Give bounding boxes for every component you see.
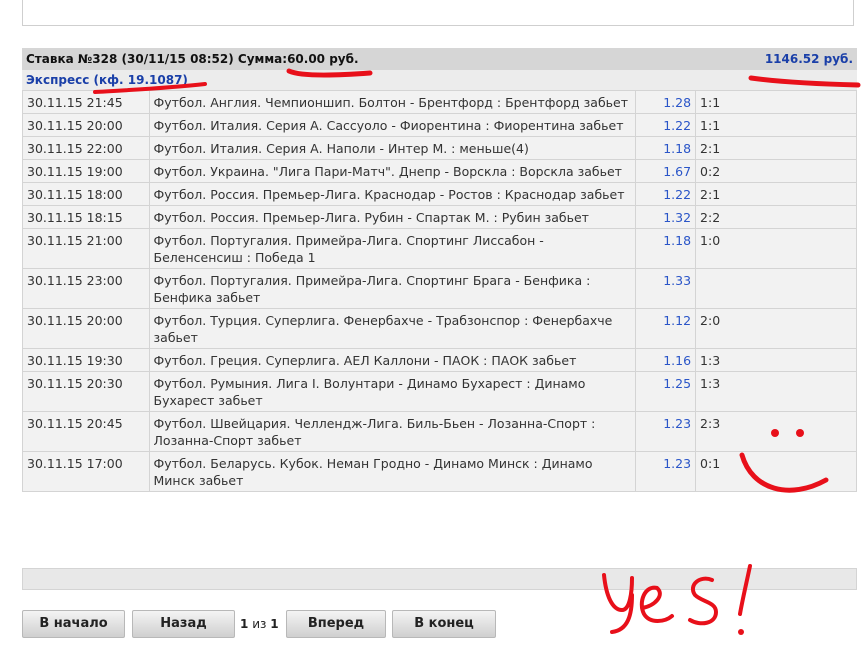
- table-footer-bar: [22, 568, 857, 590]
- event-row: 30.11.15 21:00 Футбол. Португалия. Примей…: [22, 228, 857, 269]
- event-date: 30.11.15 20:30: [22, 371, 150, 412]
- event-row: 30.11.15 19:00 Футбол. Украина. "Лига Пар…: [22, 159, 857, 183]
- event-odds: 1.23: [635, 411, 697, 452]
- first-page-button[interactable]: В начало: [22, 610, 125, 638]
- event-row: 30.11.15 20:30 Футбол. Румыния. Лига I. В…: [22, 371, 857, 412]
- event-row: 30.11.15 23:00 Футбол. Португалия. Примей…: [22, 268, 857, 309]
- event-odds: 1.23: [635, 451, 697, 492]
- event-description: Футбол. Италия. Серия А. Наполи - Интер …: [148, 136, 637, 160]
- event-description: Футбол. Румыния. Лига I. Волунтари - Дин…: [148, 371, 637, 412]
- event-date: 30.11.15 20:00: [22, 113, 150, 137]
- event-score: 1:1: [695, 113, 857, 137]
- event-score: 2:0: [695, 308, 857, 349]
- event-row: 30.11.15 21:45 Футбол. Англия. Чемпионшип…: [22, 90, 857, 114]
- event-score: 2:1: [695, 136, 857, 160]
- event-row: 30.11.15 20:45 Футбол. Швейцария. Челленд…: [22, 411, 857, 452]
- event-description: Футбол. Швейцария. Челлендж-Лига. Биль-Б…: [148, 411, 637, 452]
- page-indicator: 1 из 1: [240, 610, 279, 638]
- express-row: Экспресс (кф. 19.1087): [22, 70, 857, 90]
- event-odds: 1.16: [635, 348, 697, 372]
- current-page: 1: [240, 617, 249, 631]
- event-odds: 1.25: [635, 371, 697, 412]
- event-date: 30.11.15 22:00: [22, 136, 150, 160]
- event-score: 2:3: [695, 411, 857, 452]
- event-date: 30.11.15 18:15: [22, 205, 150, 229]
- express-label: Экспресс (кф. 19.1087): [26, 73, 188, 87]
- event-score: 0:1: [695, 451, 857, 492]
- bet-history-page: Ставка №328 (30/11/15 08:52) Сумма:60.00…: [0, 0, 865, 665]
- event-date: 30.11.15 19:30: [22, 348, 150, 372]
- event-date: 30.11.15 23:00: [22, 268, 150, 309]
- event-odds: 1.18: [635, 228, 697, 269]
- event-row: 30.11.15 20:00 Футбол. Италия. Серия А. С…: [22, 113, 857, 137]
- event-score: 1:1: [695, 90, 857, 114]
- event-description: Футбол. Португалия. Примейра-Лига. Спорт…: [148, 268, 637, 309]
- bet-title: Ставка №328 (30/11/15 08:52) Сумма:60.00…: [26, 52, 359, 66]
- event-row: 30.11.15 22:00 Футбол. Италия. Серия А. Н…: [22, 136, 857, 160]
- event-row: 30.11.15 18:15 Футбол. Россия. Премьер-Ли…: [22, 205, 857, 229]
- event-odds: 1.28: [635, 90, 697, 114]
- last-page-button[interactable]: В конец: [392, 610, 496, 638]
- event-odds: 1.18: [635, 136, 697, 160]
- events-table-body: 30.11.15 21:45 Футбол. Англия. Чемпионшип…: [22, 90, 857, 492]
- event-description: Футбол. Турция. Суперлига. Фенербахче - …: [148, 308, 637, 349]
- top-panel: [22, 0, 854, 26]
- event-description: Футбол. Португалия. Примейра-Лига. Спорт…: [148, 228, 637, 269]
- event-score: 1:3: [695, 348, 857, 372]
- event-description: Футбол. Украина. "Лига Пари-Матч". Днепр…: [148, 159, 637, 183]
- event-odds: 1.32: [635, 205, 697, 229]
- event-odds: 1.33: [635, 268, 697, 309]
- event-description: Футбол. Беларусь. Кубок. Неман Гродно - …: [148, 451, 637, 492]
- handwritten-exclamation-dot: [738, 629, 744, 635]
- event-description: Футбол. Греция. Суперлига. АЕЛ Каллони -…: [148, 348, 637, 372]
- page-of-label: из: [252, 617, 267, 631]
- event-date: 30.11.15 19:00: [22, 159, 150, 183]
- event-score: 2:2: [695, 205, 857, 229]
- handwritten-e: [639, 585, 674, 623]
- event-description: Футбол. Россия. Премьер-Лига. Краснодар …: [148, 182, 637, 206]
- event-date: 30.11.15 17:00: [22, 451, 150, 492]
- event-date: 30.11.15 20:00: [22, 308, 150, 349]
- events-table: 30.11.15 21:45 Футбол. Англия. Чемпионшип…: [22, 90, 857, 492]
- event-odds: 1.12: [635, 308, 697, 349]
- event-date: 30.11.15 18:00: [22, 182, 150, 206]
- event-row: 30.11.15 17:00 Футбол. Беларусь. Кубок. Н…: [22, 451, 857, 492]
- event-date: 30.11.15 20:45: [22, 411, 150, 452]
- bet-payout: 1146.52 руб.: [764, 52, 853, 66]
- event-row: 30.11.15 20:00 Футбол. Турция. Суперлига.…: [22, 308, 857, 349]
- event-odds: 1.67: [635, 159, 697, 183]
- event-description: Футбол. Англия. Чемпионшип. Болтон - Бре…: [148, 90, 637, 114]
- next-page-button[interactable]: Вперед: [286, 610, 386, 638]
- total-pages: 1: [270, 617, 279, 631]
- event-description: Футбол. Италия. Серия А. Сассуоло - Фиор…: [148, 113, 637, 137]
- event-date: 30.11.15 21:45: [22, 90, 150, 114]
- event-odds: 1.22: [635, 182, 697, 206]
- event-score: 1:0: [695, 228, 857, 269]
- prev-page-button[interactable]: Назад: [132, 610, 235, 638]
- event-score: 0:2: [695, 159, 857, 183]
- event-score: [695, 268, 857, 309]
- event-odds: 1.22: [635, 113, 697, 137]
- event-row: 30.11.15 18:00 Футбол. Россия. Премьер-Ли…: [22, 182, 857, 206]
- event-row: 30.11.15 19:30 Футбол. Греция. Суперлига.…: [22, 348, 857, 372]
- event-score: 1:3: [695, 371, 857, 412]
- event-score: 2:1: [695, 182, 857, 206]
- event-description: Футбол. Россия. Премьер-Лига. Рубин - Сп…: [148, 205, 637, 229]
- event-date: 30.11.15 21:00: [22, 228, 150, 269]
- bet-header: Ставка №328 (30/11/15 08:52) Сумма:60.00…: [22, 48, 857, 70]
